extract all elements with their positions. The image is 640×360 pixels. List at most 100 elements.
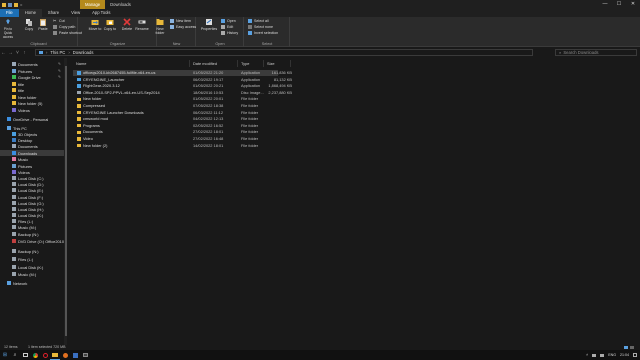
file-row[interactable]: CRYENGINE Launcher Downloads 06/03/2022 1…	[73, 110, 278, 116]
tab-app-tools[interactable]: App Tools	[86, 9, 116, 17]
cut-button[interactable]: ✂ Cut	[53, 19, 65, 24]
open-button[interactable]: Open	[221, 19, 236, 23]
file-row[interactable]: New folder 01/05/2022 20:01 File folder	[73, 96, 278, 102]
file-row[interactable]: cmsworld mod 04/02/2022 12:13 File folder	[73, 116, 278, 122]
properties-button[interactable]: Properties	[201, 18, 217, 31]
network-icon	[7, 281, 11, 285]
history-button[interactable]: History	[221, 31, 238, 35]
nav-item[interactable]: Music (M:)	[0, 271, 36, 277]
nav-item[interactable]: Backup (N:)	[0, 231, 39, 237]
opera-icon[interactable]	[40, 350, 50, 360]
select-all-button[interactable]: Select all	[248, 19, 269, 23]
paste-button[interactable]: Paste	[36, 18, 50, 31]
select-none-button[interactable]: Select none	[248, 25, 273, 29]
properties-icon[interactable]	[8, 2, 12, 7]
file-row[interactable]: FlightGear-2020.3.12 01/05/2022 20:21 Appl…	[73, 83, 292, 89]
nav-item[interactable]: Files (L:)	[0, 256, 33, 262]
new-folder-button[interactable]: New folder	[153, 18, 167, 35]
file-name: New folder	[83, 96, 102, 102]
pin-quick-access-button[interactable]: Pin to Quick access	[1, 18, 15, 39]
nav-item[interactable]: OneDrive - Personal	[0, 116, 48, 122]
file-name: Video	[83, 136, 93, 141]
copy-path-button[interactable]: Copy path	[53, 25, 75, 29]
select-none-label: Select none	[254, 25, 273, 29]
volume-icon[interactable]	[600, 353, 605, 357]
column-header-type[interactable]: Type	[238, 60, 264, 67]
file-row[interactable]: Compressed 07/05/2022 18:38 File folder	[73, 103, 278, 109]
file-row[interactable]: Office-2010-SP2-PPVL-x64-en-US-Sep2014 18…	[73, 90, 292, 96]
nav-item[interactable]: Videos	[0, 107, 30, 113]
column-header-size[interactable]: Size	[264, 60, 291, 67]
pinned-icon: ✎	[58, 69, 61, 73]
address-field[interactable]: › This PC › Downloads	[35, 49, 533, 56]
tab-share[interactable]: Share	[42, 9, 65, 17]
delete-button[interactable]: Delete	[120, 18, 134, 31]
back-button[interactable]: ←	[0, 50, 7, 56]
navigation-scrollbar[interactable]	[64, 58, 67, 345]
copy-icon	[26, 19, 32, 26]
close-button[interactable]: ✕	[626, 0, 640, 9]
copy-button[interactable]: Copy	[22, 18, 36, 31]
column-size-label: Size	[267, 61, 275, 66]
forward-button[interactable]: →	[7, 50, 14, 56]
nav-item[interactable]: Backup (N:)	[0, 248, 39, 254]
chrome-icon[interactable]	[30, 350, 40, 360]
tray-chevron-icon[interactable]: ˄	[586, 353, 588, 357]
breadcrumb-this-pc[interactable]: This PC	[50, 50, 65, 55]
media-player-icon[interactable]	[60, 350, 70, 360]
file-row[interactable]: CRYENGINE_Launcher 06/03/2022 19:17 Applic…	[73, 77, 292, 83]
app-icon[interactable]	[70, 350, 80, 360]
start-button[interactable]: ⊞	[0, 350, 10, 360]
nav-item[interactable]: Music (M:)	[0, 224, 36, 230]
notification-icon[interactable]	[633, 353, 637, 357]
language-indicator[interactable]: ENG	[608, 353, 616, 357]
scrollbar-thumb[interactable]	[64, 66, 67, 336]
tab-file[interactable]: File	[0, 9, 19, 17]
new-item-button[interactable]: New item	[170, 19, 191, 23]
nav-item[interactable]: Local Disk (K:)	[0, 264, 43, 270]
manage-tab[interactable]: Manage	[80, 0, 106, 9]
nav-item[interactable]: Local Disk (E:)	[0, 187, 43, 193]
rename-button[interactable]: Rename	[135, 18, 149, 31]
title-bar-glyph[interactable]: =	[20, 2, 22, 7]
task-view-icon[interactable]	[20, 350, 30, 360]
easy-access-button[interactable]: Easy access	[170, 25, 196, 29]
clock[interactable]: 21:04	[620, 353, 629, 357]
search-box[interactable]: ⌕ Search Downloads	[555, 49, 637, 56]
file-explorer-taskbar-icon[interactable]	[50, 350, 60, 360]
move-to-button[interactable]: Move to	[88, 18, 102, 31]
nav-item[interactable]: Documents	[0, 143, 38, 149]
details-view-icon[interactable]	[624, 346, 628, 349]
new-folder-icon[interactable]	[14, 2, 18, 7]
tab-home[interactable]: Home	[18, 9, 42, 17]
copy-to-button[interactable]: Copy to	[103, 18, 117, 31]
file-row[interactable]: New folder (2) 14/02/2022 18:01 File folde…	[73, 143, 278, 149]
large-icons-view-icon[interactable]	[630, 346, 634, 349]
nav-item[interactable]: title	[0, 87, 24, 93]
new-folder-icon	[156, 19, 164, 25]
minimize-button[interactable]: —	[598, 0, 612, 9]
nav-item[interactable]: DVD Drive (O:) Office2010	[0, 238, 64, 244]
terminal-icon[interactable]	[80, 350, 90, 360]
invert-selection-button[interactable]: Invert selection	[248, 31, 278, 35]
recent-locations-button[interactable]: ˅	[14, 50, 21, 56]
nav-item[interactable]: Music	[0, 156, 28, 162]
up-button[interactable]: ↑	[21, 50, 28, 56]
maximize-button[interactable]: ☐	[612, 0, 626, 9]
file-row[interactable]: Programs 02/05/2022 16:52 File folder	[73, 123, 278, 129]
tab-view[interactable]: View	[65, 9, 86, 17]
nav-item[interactable]: Google Drive ✎	[0, 74, 61, 80]
breadcrumb-downloads[interactable]: Downloads	[73, 50, 94, 55]
paste-shortcut-button[interactable]: Paste shortcut	[53, 31, 82, 35]
network-tray-icon[interactable]	[592, 353, 597, 357]
nav-item[interactable]: Documents ✎	[0, 61, 61, 67]
file-row[interactable]: officeqs2010-kb2687455-fullfile-x64-en-u…	[73, 70, 292, 76]
column-header-date[interactable]: Date modified	[190, 60, 238, 67]
file-row[interactable]: Documents 27/02/2022 18:01 File folder	[73, 129, 278, 135]
nav-item[interactable]: New folder (5)	[0, 100, 42, 106]
column-header-name[interactable]: Name	[73, 60, 190, 67]
nav-item[interactable]: Network	[0, 280, 27, 286]
taskbar-search-button[interactable]: ⌕	[10, 350, 20, 360]
edit-button[interactable]: Edit	[221, 25, 233, 29]
file-row[interactable]: Video 27/02/2022 16:48 File folder	[73, 136, 278, 142]
